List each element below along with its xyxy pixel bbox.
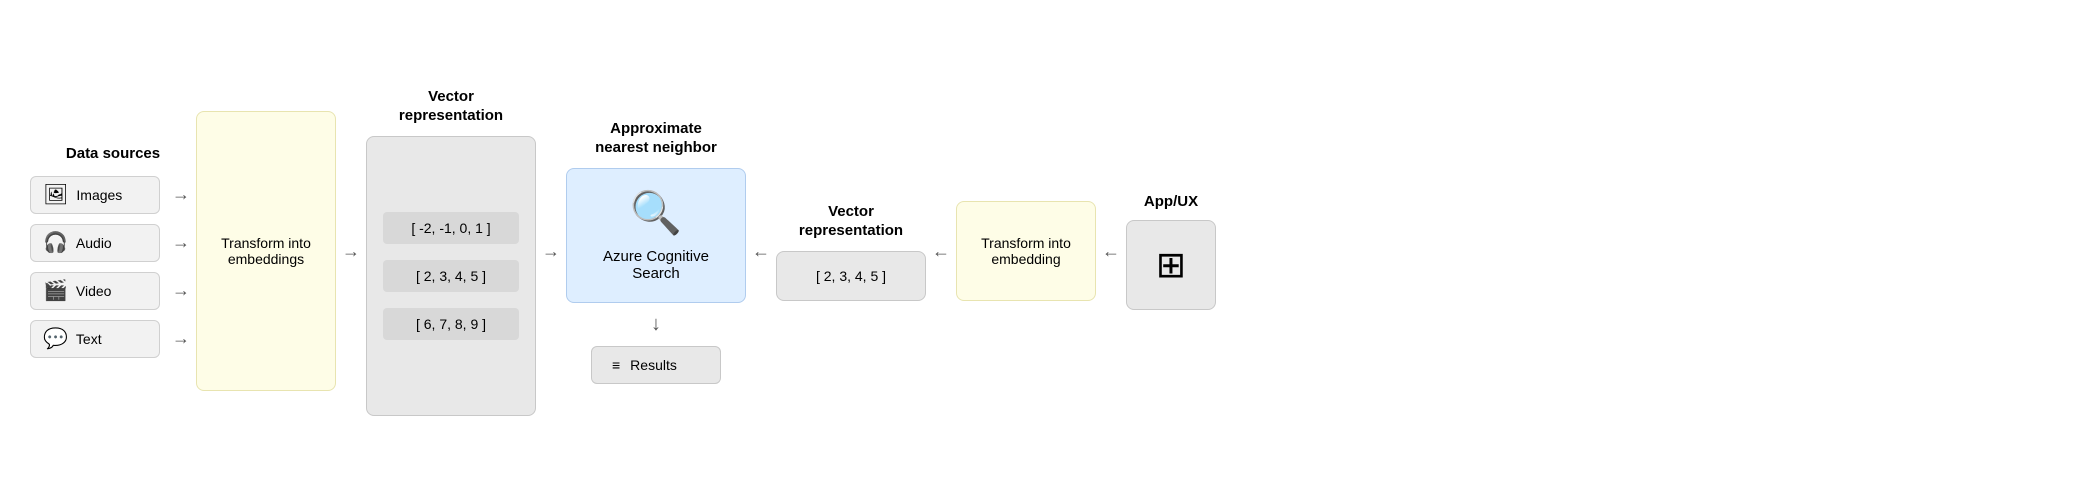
datasources-list: 🖼 Images → 🎧 Audio → 🎬 Video → bbox=[30, 176, 196, 358]
source-item-images: 🖼 Images bbox=[30, 176, 160, 214]
vector-rep-right-header: Vectorrepresentation bbox=[799, 202, 903, 241]
arrow-text: → bbox=[166, 328, 196, 349]
source-item-text: 💬 Text bbox=[30, 320, 160, 358]
source-label-audio: Audio bbox=[76, 235, 112, 251]
arrow-images: → bbox=[166, 184, 196, 205]
vector-rep-right-section: Vectorrepresentation [ 2, 3, 4, 5 ] bbox=[776, 202, 926, 301]
images-icon: 🖼 bbox=[43, 185, 68, 205]
appux-icon: ⊞ bbox=[1156, 244, 1186, 286]
approx-header: Approximatenearest neighbor bbox=[595, 119, 717, 158]
vector-rep-left-header: Vectorrepresentation bbox=[399, 87, 503, 126]
vector-rep-left-section: Vectorrepresentation [ -2, -1, 0, 1 ] [ … bbox=[366, 87, 536, 416]
source-item-video: 🎬 Video bbox=[30, 272, 160, 310]
transform-embeddings-box: Transform intoembeddings bbox=[196, 111, 336, 391]
datasources-title: Data sources bbox=[66, 145, 160, 162]
text-icon: 💬 bbox=[43, 329, 68, 349]
vector-rep-right-value: [ 2, 3, 4, 5 ] bbox=[816, 268, 886, 284]
results-label: Results bbox=[630, 357, 677, 373]
azure-label: Azure CognitiveSearch bbox=[603, 248, 709, 282]
datasources-section: Data sources 🖼 Images → 🎧 Audio → 🎬 bbox=[30, 145, 196, 358]
transform-embedding-right-box: Transform intoembedding bbox=[956, 201, 1096, 301]
transform-embedding-right-label: Transform intoembedding bbox=[981, 235, 1071, 267]
azure-search-icon: 🔍 bbox=[630, 189, 682, 238]
appux-box: ⊞ bbox=[1126, 220, 1216, 310]
source-label-video: Video bbox=[76, 283, 112, 299]
arrow-from-transform2: ← bbox=[926, 241, 956, 262]
arrow-after-transform: → bbox=[336, 241, 366, 262]
down-arrow-results: ↓ bbox=[651, 313, 661, 336]
approx-section: Approximatenearest neighbor 🔍 Azure Cogn… bbox=[566, 119, 746, 384]
source-row-text: 💬 Text → bbox=[30, 320, 196, 358]
diagram-container: Data sources 🖼 Images → 🎧 Audio → 🎬 bbox=[0, 0, 2077, 502]
arrow-audio: → bbox=[166, 232, 196, 253]
source-label-text: Text bbox=[76, 331, 102, 347]
transform-embeddings-label: Transform intoembeddings bbox=[221, 235, 311, 267]
results-icon: ≡ bbox=[612, 357, 620, 373]
arrow-to-azure: → bbox=[536, 241, 566, 262]
source-row-audio: 🎧 Audio → bbox=[30, 224, 196, 262]
audio-icon: 🎧 bbox=[43, 233, 68, 253]
appux-header: App/UX bbox=[1144, 192, 1198, 212]
source-row-images: 🖼 Images → bbox=[30, 176, 196, 214]
appux-section: App/UX ⊞ bbox=[1126, 192, 1216, 310]
arrow-video: → bbox=[166, 280, 196, 301]
vector-row-0: [ -2, -1, 0, 1 ] bbox=[383, 212, 519, 244]
results-box: ≡ Results bbox=[591, 346, 721, 384]
vector-row-2: [ 6, 7, 8, 9 ] bbox=[383, 308, 519, 340]
video-icon: 🎬 bbox=[43, 281, 68, 301]
source-item-audio: 🎧 Audio bbox=[30, 224, 160, 262]
vector-row-1: [ 2, 3, 4, 5 ] bbox=[383, 260, 519, 292]
source-label-images: Images bbox=[76, 187, 122, 203]
azure-box: 🔍 Azure CognitiveSearch bbox=[566, 168, 746, 303]
vector-rep-right-box: [ 2, 3, 4, 5 ] bbox=[776, 251, 926, 301]
vector-rep-left-box: [ -2, -1, 0, 1 ] [ 2, 3, 4, 5 ] [ 6, 7, … bbox=[366, 136, 536, 416]
source-row-video: 🎬 Video → bbox=[30, 272, 196, 310]
arrow-from-azure-left: ← bbox=[746, 241, 776, 262]
arrow-from-appux: ← bbox=[1096, 241, 1126, 262]
